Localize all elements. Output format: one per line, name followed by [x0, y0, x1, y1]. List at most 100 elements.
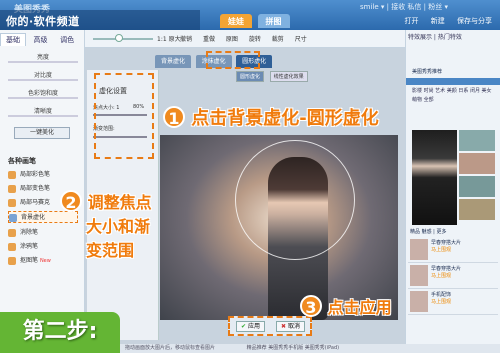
highlight-params [94, 73, 154, 159]
callout-text: 大小和渐 [86, 217, 151, 236]
status-hint: 拖动画面放大图片后，移动鼠标查看图片 [125, 345, 216, 351]
tab-wawa[interactable]: 娃娃 [220, 14, 252, 28]
redo-button[interactable]: 重做 [203, 36, 215, 43]
toolbar: 1:1 原大 撤销 重做 原图 旋转 裁剪 尺寸 [85, 30, 405, 48]
callout-text: 点击背景虚化-圆形虚化 [191, 108, 379, 129]
callout-text: 点击应用 [327, 298, 392, 317]
promo-list: 早春穿搭大片 马上围观 早春穿搭大片 马上围观 手机配饰 马上围观 [408, 237, 498, 315]
open-button[interactable]: 打开 [405, 17, 419, 25]
promo-link[interactable]: 马上围观 [431, 272, 461, 279]
brush-label: 抠图笔 [20, 257, 39, 264]
promo-title: 早春穿搭大片 [431, 240, 462, 246]
zoom-slider[interactable] [93, 38, 153, 40]
file-buttons: 打开 新建 保存与分享 [395, 16, 492, 26]
list-item[interactable]: 早春穿搭大片 马上围观 [408, 263, 498, 289]
apply-bar: ✔ 应用 ✖ 取消 [228, 316, 312, 336]
brushes-title: 各种画笔 [8, 157, 36, 165]
circle-blur-button[interactable]: 圆形虚化 [236, 71, 265, 82]
brush-label: 局部彩色笔 [20, 171, 51, 178]
callout-step-1: 1 点击背景虚化-圆形虚化 [163, 104, 379, 130]
right-panel: 特效展示 | 热门特效 美图秀秀推荐 影楼 时尚 艺术 美颜 日系 闭月 美女 … [405, 30, 500, 353]
category-strip [406, 78, 500, 85]
brush-label: 涂鸦笔 [20, 243, 39, 250]
left-tabs: 基础 高级 调色 [0, 33, 85, 46]
zoom-label[interactable]: 1:1 原大 [157, 34, 181, 43]
blur-icon [9, 213, 17, 222]
main-tabs: 娃娃 拼图 [220, 14, 293, 28]
saturation-slider[interactable]: 色彩饱和度 [8, 88, 78, 102]
brush-label: 消除笔 [20, 229, 39, 236]
new-badge: New [39, 258, 51, 264]
tab-color[interactable]: 调色 [55, 34, 79, 46]
mosaic-icon [8, 198, 16, 207]
photo-preview[interactable] [160, 135, 398, 320]
step-number-1: 1 [163, 106, 185, 128]
apply-button[interactable]: ✔ 应用 [236, 321, 265, 332]
slider-track[interactable] [8, 61, 78, 63]
featured-photo[interactable] [412, 130, 457, 225]
eraser-icon [8, 228, 16, 237]
slider-track[interactable] [8, 97, 78, 99]
title-bar: 美图秀秀 你的·软件频道 software.it168.com 娃娃 拼图 sm… [0, 0, 500, 42]
slider-label: 色彩饱和度 [27, 90, 58, 97]
tab-basic[interactable]: 基础 [0, 33, 26, 46]
slider-track[interactable] [8, 79, 78, 81]
rotate-button[interactable]: 旋转 [249, 36, 261, 43]
status-links[interactable]: 精品推荐 美图秀秀手机版 美图秀秀(iPad) [247, 345, 340, 351]
linear-blur-button[interactable]: 线性虚化效果 [269, 71, 308, 82]
cutout-icon [8, 256, 16, 265]
thumbnail[interactable] [459, 199, 495, 220]
thumbnail[interactable] [459, 153, 495, 174]
promo-link[interactable]: 马上围观 [431, 246, 461, 253]
focus-circle[interactable] [235, 140, 355, 260]
cancel-button[interactable]: ✖ 取消 [276, 321, 305, 332]
cancel-label: 取消 [287, 323, 300, 330]
list-item[interactable]: 早春穿搭大片 马上围观 [408, 237, 498, 263]
recommend-brand: 美图秀秀推荐 [412, 69, 443, 75]
promo-thumb [410, 239, 428, 260]
callout-step-3: 3 点击应用 [300, 294, 392, 318]
highlight-circle-tab [206, 51, 260, 69]
save-share-button[interactable]: 保存与分享 [457, 17, 492, 25]
promo-link[interactable]: 马上围观 [431, 298, 451, 305]
thumbnail[interactable] [459, 176, 495, 197]
thumbnail-column [459, 130, 497, 222]
brush-label: 背景虚化 [21, 214, 46, 221]
callout-text: 调整焦点 [87, 193, 152, 212]
category-links[interactable]: 影楼 时尚 艺术 美颜 日系 闭月 美女 萌物 全部 [412, 87, 497, 105]
brush-local-color[interactable]: 局部彩色笔 [8, 169, 78, 181]
tab-puzzle[interactable]: 拼图 [257, 14, 290, 28]
size-button[interactable]: 尺寸 [295, 36, 307, 43]
brush-label: 局部变色笔 [20, 185, 51, 192]
account-bar[interactable]: smile ▾ | 接收 私信 | 粉丝 ▾ [360, 2, 448, 12]
brush-icon [8, 184, 16, 193]
tab-background-blur[interactable]: 背景虚化 [155, 55, 192, 68]
doodle-icon [8, 242, 16, 251]
crop-button[interactable]: 裁剪 [272, 36, 284, 43]
step-number-2: 2 [60, 190, 82, 212]
sharpness-slider[interactable]: 清晰度 [8, 106, 78, 120]
undo-button[interactable]: 撤销 [180, 36, 192, 43]
tool-buttons: 撤销 重做 原图 旋转 裁剪 尺寸 [180, 34, 316, 43]
new-button[interactable]: 新建 [431, 17, 445, 25]
callout-text: 变范围 [86, 241, 135, 260]
contrast-slider[interactable]: 对比度 [8, 70, 78, 84]
slider-track[interactable] [8, 115, 78, 117]
list-item[interactable]: 手机配饰 马上围观 [408, 289, 498, 315]
promo-title: 手机配饰 [431, 292, 452, 298]
original-button[interactable]: 原图 [226, 36, 238, 43]
brush-label: 局部马赛克 [20, 199, 51, 206]
callout-step-2: 2 调整焦点 大小和渐 变范围 [60, 190, 152, 263]
thumbnail[interactable] [459, 130, 495, 151]
effects-header[interactable]: 特效展示 | 热门特效 [408, 32, 498, 41]
check-icon: ✔ [241, 323, 247, 330]
list-tabs[interactable]: 精品 魅惑 | 更多 [410, 228, 446, 235]
blur-shape-buttons: 圆形虚化 线性虚化效果 [236, 71, 311, 82]
brightness-slider[interactable]: 亮度 [8, 52, 78, 66]
promo-title: 早春穿搭大片 [431, 266, 462, 272]
zoom-slider-knob[interactable] [115, 34, 123, 42]
slider-label: 亮度 [36, 54, 49, 61]
one-key-beautify-button[interactable]: 一键美化 [14, 127, 70, 139]
tab-advanced[interactable]: 高级 [29, 34, 53, 46]
status-bar: 拖动画面放大图片后，移动鼠标查看图片 精品推荐 美图秀秀手机版 美图秀秀(iPa… [85, 344, 500, 353]
